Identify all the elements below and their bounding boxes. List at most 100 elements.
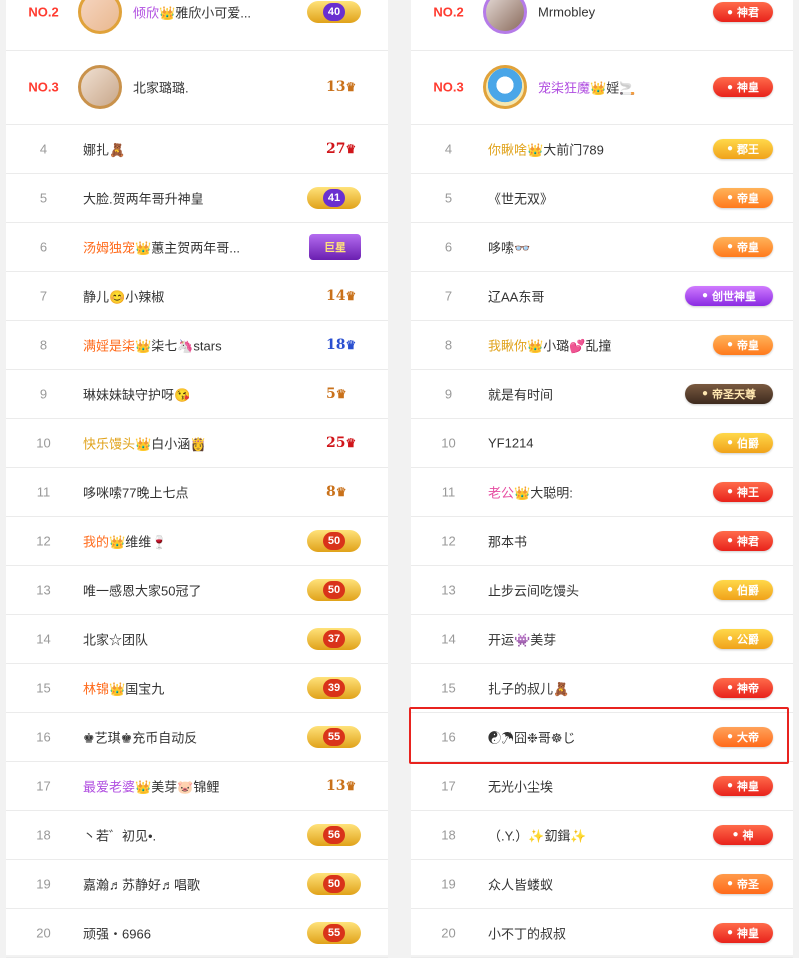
ranking-row[interactable]: NO.2 倾欣👑雅欣小可爱... 40 [6, 0, 388, 51]
user-name[interactable]: 我的👑维维🍷 [83, 531, 167, 550]
user-name[interactable]: 《世无双》 [488, 188, 553, 207]
ranking-row[interactable]: 19 嘉瀚♬苏静好♬唱歌 50 [6, 859, 388, 909]
ranking-row[interactable]: 7 辽AA东哥 ● 创世神皇 [411, 271, 793, 321]
ranking-row[interactable]: 17 最爱老婆👑美芽🐷锦鲤 13♛ [6, 761, 388, 811]
ranking-row[interactable]: 9 琳妹妹缺守护呀😘 5♛ [6, 369, 388, 419]
ranking-row[interactable]: 6 汤姆独宠👑蕙主贺两年哥... 巨星 [6, 222, 388, 272]
name-part: 顽强・6966 [83, 926, 151, 941]
ranking-row[interactable]: 13 唯一感恩大家50冠了 50 [6, 565, 388, 615]
ranking-row[interactable]: NO.2 Mrmobley ● 神君 [411, 0, 793, 51]
ranking-row[interactable]: 12 那本书 ● 神君 [411, 516, 793, 566]
ranking-row[interactable]: 18 丶若゛初见•. 56 [6, 810, 388, 860]
ranking-row[interactable]: 7 静儿😊小辣椒 14♛ [6, 271, 388, 321]
title-label: 神王 [737, 486, 760, 499]
user-name[interactable]: 琳妹妹缺守护呀😘 [83, 384, 190, 403]
user-name[interactable]: 顽强・6966 [83, 923, 151, 942]
ranking-row[interactable]: 15 林锦👑国宝九 39 [6, 663, 388, 713]
title-label: 创世神皇 [712, 290, 757, 303]
level-wing-badge: 39 [307, 676, 361, 699]
user-name[interactable]: YF1214 [488, 435, 534, 450]
rank-emblem-icon: ● [726, 81, 734, 93]
user-name[interactable]: 无光小尘埃 [488, 776, 553, 795]
emoji-icon: 👑 [135, 338, 152, 353]
ranking-row[interactable]: 15 扎子的叔儿🧸 ● 神帝 [411, 663, 793, 713]
user-name[interactable]: 宠柒狂魔👑婬🚬 [538, 78, 635, 97]
ranking-row[interactable]: 18 （.Y.）✨釖鍓✨ ● 神 [411, 810, 793, 860]
user-name[interactable]: 扎子的叔儿🧸 [488, 678, 569, 697]
emoji-icon: 🧸 [553, 681, 570, 696]
avatar[interactable] [483, 65, 527, 109]
ranking-row[interactable]: 10 YF1214 ● 伯爵 [411, 418, 793, 468]
user-name[interactable]: 汤姆独宠👑蕙主贺两年哥... [83, 237, 240, 256]
user-name[interactable]: 就是有时间 [488, 384, 553, 403]
user-name[interactable]: 你瞅啥👑大前门789 [488, 139, 604, 158]
ranking-row[interactable]: 14 开运👾美芽 ● 公爵 [411, 614, 793, 664]
ranking-row[interactable]: 5 大脸.贺两年哥升神皇 41 [6, 173, 388, 223]
emoji-icon: 👑 [135, 436, 152, 451]
user-name[interactable]: Mrmobley [538, 5, 595, 20]
ranking-row[interactable]: 4 娜扎🧸 27♛ [6, 124, 388, 174]
avatar[interactable] [483, 0, 527, 34]
user-name[interactable]: 丶若゛初见•. [83, 825, 156, 844]
crown-icon: ♛ [345, 778, 357, 793]
name-part: 美芽 [151, 779, 178, 794]
ranking-row[interactable]: 4 你瞅啥👑大前门789 ● 郡王 [411, 124, 793, 174]
rank-emblem-icon: ● [732, 829, 739, 840]
user-name[interactable]: 哆嗦👓 [488, 237, 530, 256]
rank-number: 12 [441, 533, 456, 548]
emoji-icon: 👑 [159, 5, 176, 21]
user-name[interactable]: 大脸.贺两年哥升神皇 [83, 188, 204, 207]
ranking-row[interactable]: 10 快乐馒头👑白小涵👸 25♛ [6, 418, 388, 468]
ranking-row[interactable]: 20 小不丁的叔叔 ● 神皇 [411, 908, 793, 958]
ranking-row[interactable]: 6 哆嗦👓 ● 帝皇 [411, 222, 793, 272]
user-name[interactable]: 那本书 [488, 531, 527, 550]
user-name[interactable]: 哆咪嗦77晚上七点 [83, 482, 188, 501]
ranking-row[interactable]: 12 我的👑维维🍷 50 [6, 516, 388, 566]
user-name[interactable]: 小不丁的叔叔 [488, 923, 566, 942]
avatar[interactable] [78, 65, 122, 109]
name-part: 小璐 [543, 338, 570, 353]
user-name[interactable]: 快乐馒头👑白小涵👸 [83, 433, 206, 452]
user-name[interactable]: 娜扎🧸 [83, 139, 125, 158]
ranking-row[interactable]: 16 ♚艺琪♚充币自动反 55 [6, 712, 388, 762]
user-name[interactable]: 嘉瀚♬苏静好♬唱歌 [83, 874, 200, 893]
user-name[interactable]: 老公👑大聪明: [488, 482, 573, 501]
ranking-row[interactable]: NO.3 北家璐璐. 13♛ [6, 50, 388, 125]
ranking-row[interactable]: 20 顽强・6966 55 [6, 908, 388, 958]
ranking-row[interactable]: 11 老公👑大聪明: ● 神王 [411, 467, 793, 517]
avatar[interactable] [78, 0, 122, 34]
rank-number: 6 [444, 239, 453, 254]
user-name[interactable]: 众人皆蝼蚁 [488, 874, 553, 893]
ranking-row[interactable]: 17 无光小尘埃 ● 神皇 [411, 761, 793, 811]
user-name[interactable]: 辽AA东哥 [488, 286, 544, 305]
user-name[interactable]: 开运👾美芽 [488, 629, 556, 648]
user-name[interactable]: 北家璐璐. [133, 78, 189, 97]
name-part: （.Y.） [488, 828, 529, 843]
ranking-row[interactable]: 9 就是有时间 ● 帝圣天尊 [411, 369, 793, 419]
user-name[interactable]: 静儿😊小辣椒 [83, 286, 164, 305]
ranking-row[interactable]: 8 满婬是柒👑柒七🦄stars 18♛ [6, 320, 388, 370]
level-wing-badge: 40 [307, 1, 361, 23]
user-name[interactable]: 满婬是柒👑柒七🦄stars [83, 335, 222, 354]
level-badge: 25♛ [326, 435, 356, 451]
ranking-row[interactable]: 13 止步云间吃馒头 ● 伯爵 [411, 565, 793, 615]
ranking-row[interactable]: 11 哆咪嗦77晚上七点 8♛ [6, 467, 388, 517]
user-name[interactable]: 北家☆团队 [83, 629, 148, 648]
user-name[interactable]: （.Y.）✨釖鍓✨ [488, 825, 587, 844]
rank-emblem-icon: ● [701, 290, 709, 301]
user-name[interactable]: 林锦👑国宝九 [83, 678, 164, 697]
ranking-row[interactable]: 14 北家☆团队 37 [6, 614, 388, 664]
user-name[interactable]: 最爱老婆👑美芽🐷锦鲤 [83, 776, 219, 795]
user-name[interactable]: 止步云间吃馒头 [488, 580, 579, 599]
user-name[interactable]: 倾欣👑雅欣小可爱... [133, 3, 251, 22]
ranking-row[interactable]: 19 众人皆蝼蚁 ● 帝圣 [411, 859, 793, 909]
ranking-row[interactable]: NO.3 宠柒狂魔👑婬🚬 ● 神皇 [411, 50, 793, 125]
ranking-row[interactable]: 8 我瞅你👑小璐💕乱撞 ● 帝皇 [411, 320, 793, 370]
ranking-row[interactable]: 5 《世无双》 ● 帝皇 [411, 173, 793, 223]
user-name[interactable]: ♚艺琪♚充币自动反 [83, 727, 197, 746]
user-name[interactable]: 唯一感恩大家50冠了 [83, 580, 201, 599]
rank-emblem-icon: ● [726, 535, 734, 546]
title-badge: ● 神王 [713, 481, 773, 502]
title-label: 伯爵 [737, 437, 760, 450]
user-name[interactable]: 我瞅你👑小璐💕乱撞 [488, 335, 611, 354]
